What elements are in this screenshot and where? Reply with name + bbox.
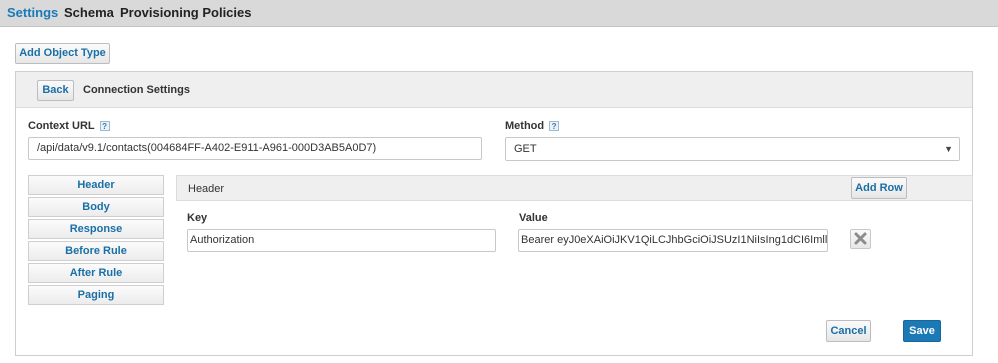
side-nav-paging[interactable]: Paging (28, 285, 164, 305)
help-icon[interactable]: ? (99, 121, 110, 132)
side-nav-response[interactable]: Response (28, 219, 164, 239)
header-value-input[interactable]: Bearer eyJ0eXAiOiJKV1QiLCJhbGciOiJSUzI1N… (518, 229, 828, 252)
context-url-input[interactable]: /api/data/v9.1/contacts(004684FF-A402-E9… (28, 137, 482, 160)
side-nav-before-rule[interactable]: Before Rule (28, 241, 164, 261)
method-label-text: Method (505, 120, 545, 132)
header-section-bar: Header Add Row (176, 175, 973, 201)
key-column-header: Key (187, 212, 208, 224)
cancel-button[interactable]: Cancel (826, 320, 871, 342)
caret-down-icon: ▼ (944, 144, 953, 154)
panel-title: Connection Settings (83, 84, 190, 96)
delete-row-button[interactable] (850, 229, 871, 249)
add-object-type-button[interactable]: Add Object Type (15, 43, 110, 64)
tab-schema[interactable]: Schema (64, 5, 114, 20)
side-nav-header[interactable]: Header (28, 175, 164, 195)
tab-provisioning-policies[interactable]: Provisioning Policies (120, 5, 251, 20)
side-nav-body[interactable]: Body (28, 197, 164, 217)
panel-header: Back Connection Settings (16, 72, 972, 108)
top-nav-bar: Settings Schema Provisioning Policies (0, 0, 998, 27)
header-section-title: Header (188, 183, 225, 195)
method-select[interactable]: GET ▼ (505, 137, 960, 161)
side-nav-after-rule[interactable]: After Rule (28, 263, 164, 283)
save-button[interactable]: Save (903, 320, 941, 342)
header-key-input[interactable]: Authorization (187, 229, 496, 252)
help-icon[interactable]: ? (549, 121, 560, 132)
method-label: Method? (505, 120, 560, 132)
add-row-button[interactable]: Add Row (851, 177, 907, 199)
context-url-label: Context URL? (28, 120, 110, 132)
value-column-header: Value (519, 212, 548, 224)
method-selected-value: GET (514, 143, 537, 155)
back-button[interactable]: Back (37, 80, 74, 101)
context-url-label-text: Context URL (28, 120, 95, 132)
tab-settings[interactable]: Settings (7, 5, 58, 20)
close-x-icon (854, 232, 867, 245)
connection-settings-panel: Back Connection Settings Context URL? /a… (15, 71, 973, 356)
